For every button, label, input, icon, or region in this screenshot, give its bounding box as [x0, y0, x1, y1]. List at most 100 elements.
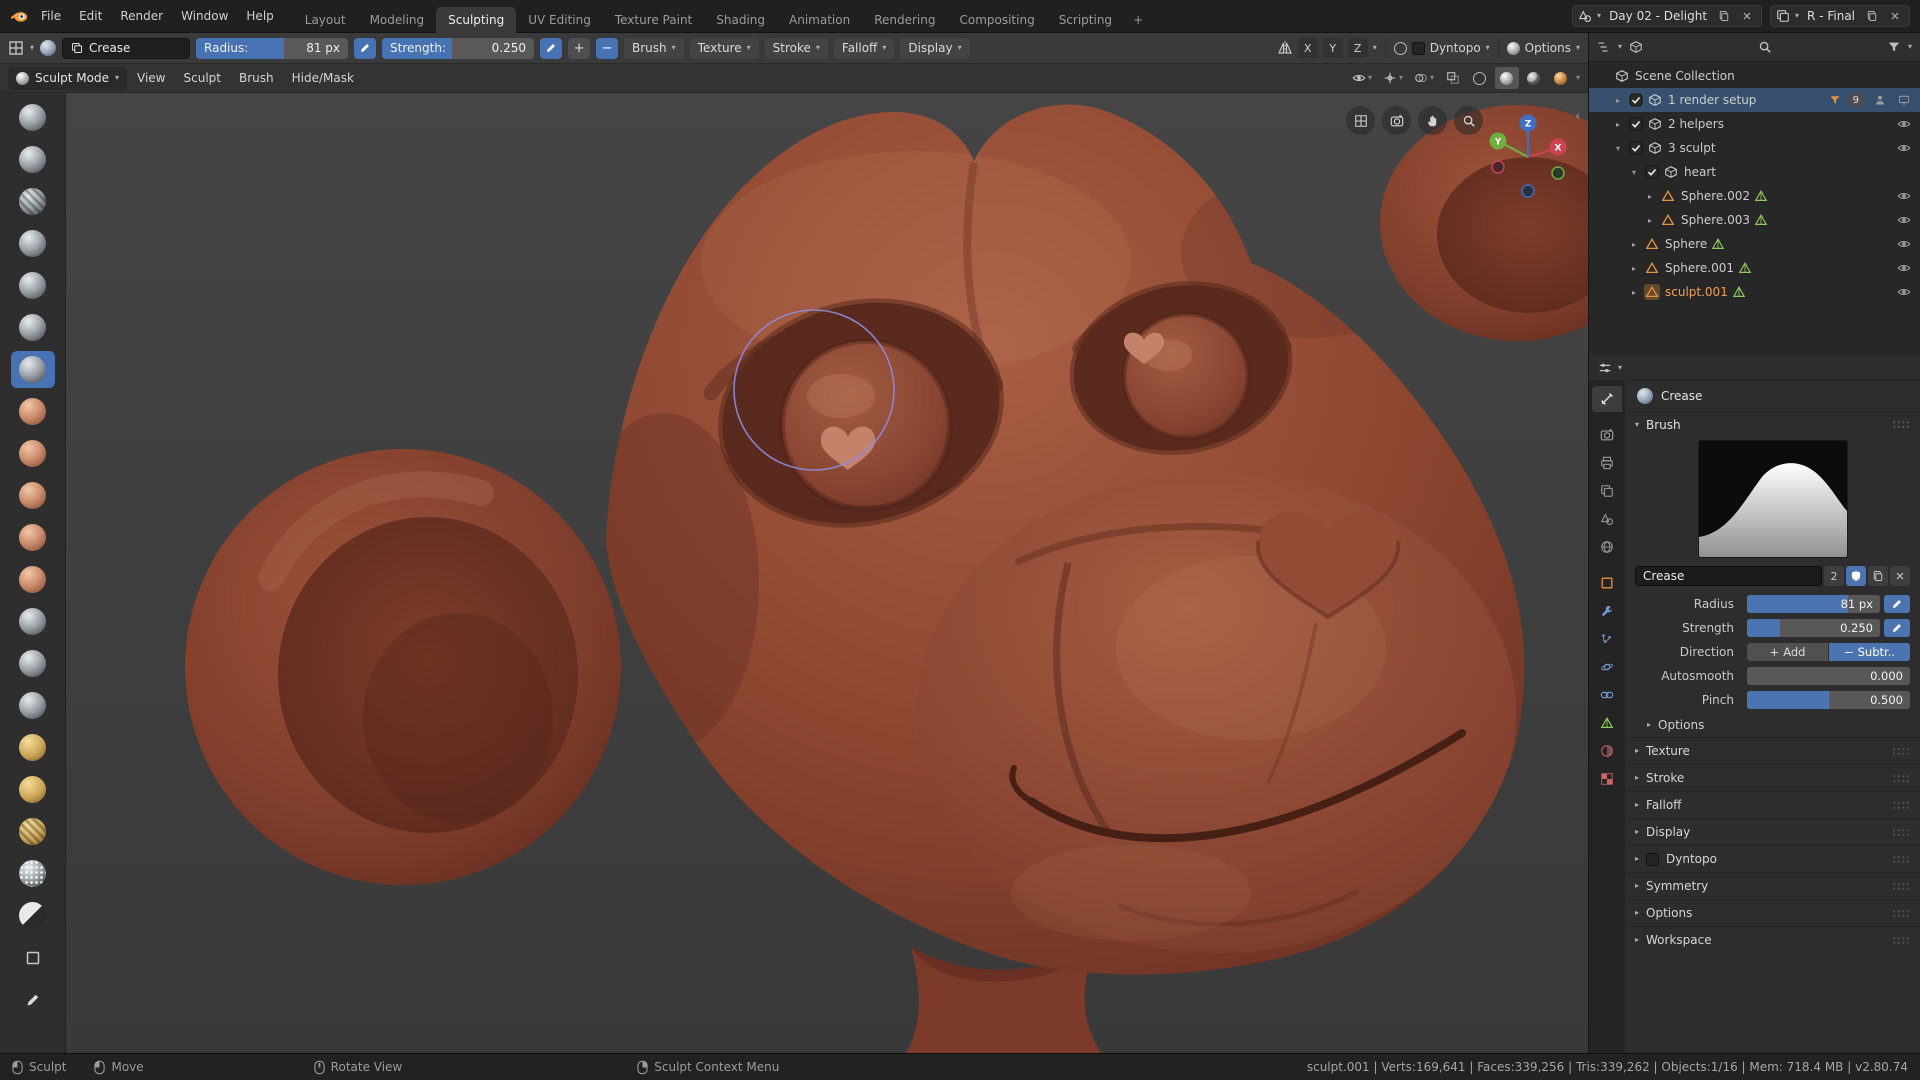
checkbox-icon[interactable] [1628, 92, 1644, 108]
strength-slider[interactable]: Strength: 0.250 [382, 37, 535, 59]
row-label[interactable]: 2 helpers [1668, 117, 1724, 131]
fake-user-shield-button[interactable] [1846, 566, 1866, 586]
hide-eye-icon[interactable] [1896, 212, 1912, 228]
strength-pressure-button[interactable] [1884, 619, 1910, 637]
panel-texture[interactable]: ▸ Texture [1625, 737, 1920, 764]
brush-name-field[interactable]: Crease [62, 37, 191, 59]
user-count-button[interactable]: 2 [1824, 566, 1844, 586]
panel-falloff[interactable]: ▸ Falloff [1625, 791, 1920, 818]
tab-animation[interactable]: Animation [777, 7, 862, 33]
texture-dropdown[interactable]: Texture ▾ [689, 37, 759, 59]
remove-view-layer-button[interactable] [1886, 7, 1904, 25]
view-layer-selector[interactable]: ▾ R - Final [1770, 5, 1910, 27]
brush-scrape[interactable] [11, 519, 55, 556]
brush-smooth[interactable] [11, 393, 55, 430]
menu-edit[interactable]: Edit [70, 0, 111, 32]
tab-render[interactable] [1592, 422, 1622, 448]
radius-slider[interactable]: Radius: 81 px [196, 37, 349, 59]
menu-help[interactable]: Help [237, 0, 282, 32]
brush-dropdown[interactable]: Brush ▾ [624, 37, 684, 59]
brush-rotate[interactable] [11, 771, 55, 808]
grid-ortho-button[interactable] [1346, 106, 1375, 135]
brush-grab[interactable] [11, 603, 55, 640]
tab-compositing[interactable]: Compositing [947, 7, 1046, 33]
pan-view-button[interactable] [1418, 106, 1447, 135]
mode-selector[interactable]: Sculpt Mode ▾ [8, 66, 128, 90]
tab-sculpting[interactable]: Sculpting [436, 6, 517, 33]
brush-nudge[interactable] [11, 729, 55, 766]
tab-material[interactable] [1592, 738, 1622, 764]
menu-render[interactable]: Render [111, 0, 172, 32]
duplicate-brush-button[interactable] [1868, 566, 1888, 586]
expand-caret-icon[interactable]: ▸ [1643, 192, 1657, 201]
checkbox-icon[interactable] [1628, 140, 1644, 156]
hide-eye-icon[interactable] [1896, 116, 1912, 132]
tab-scripting[interactable]: Scripting [1047, 7, 1124, 33]
panel-workspace[interactable]: ▸ Workspace [1625, 926, 1920, 953]
brush-draw[interactable] [11, 99, 55, 136]
direction-add-button[interactable]: + Add [1747, 643, 1828, 661]
pinch-slider[interactable]: 0.500 [1747, 691, 1910, 709]
expand-caret-icon[interactable]: ▸ [1611, 96, 1625, 105]
expand-caret-icon[interactable]: ▸ [1627, 288, 1641, 297]
shading-dropdown-icon[interactable]: ▾ [1576, 74, 1580, 82]
brush-clay[interactable] [11, 141, 55, 178]
expand-caret-icon[interactable]: ▸ [1627, 264, 1641, 273]
row-label[interactable]: Sphere.001 [1665, 261, 1734, 275]
new-scene-button[interactable] [1715, 7, 1733, 25]
direction-subtract-button[interactable]: − [596, 37, 619, 59]
brush-clay-strips[interactable] [11, 183, 55, 220]
unlink-brush-button[interactable] [1890, 566, 1910, 586]
chevron-down-icon[interactable]: ▾ [1373, 44, 1377, 52]
row-label[interactable]: heart [1684, 165, 1716, 179]
shading-solid-button[interactable] [1494, 67, 1519, 89]
row-label[interactable]: sculpt.001 [1665, 285, 1728, 299]
autosmooth-slider[interactable]: 0.000 [1747, 667, 1910, 685]
row-sphere-002[interactable]: ▸ Sphere.002 [1589, 184, 1920, 208]
tab-shading[interactable]: Shading [704, 7, 777, 33]
navigation-gizmo[interactable]: X Y Z [1482, 111, 1574, 203]
selectable-icon[interactable] [1872, 92, 1888, 108]
panel-dyntopo[interactable]: ▸ Dyntopo [1625, 845, 1920, 872]
row-sphere-001[interactable]: ▸ Sphere.001 [1589, 256, 1920, 280]
falloff-dropdown[interactable]: Falloff ▾ [833, 37, 895, 59]
shading-material-button[interactable] [1522, 67, 1546, 89]
hide-eye-icon[interactable] [1896, 140, 1912, 156]
tab-object-data[interactable] [1592, 710, 1622, 736]
mirror-z-toggle[interactable]: Z [1347, 38, 1368, 58]
row-render-setup[interactable]: ▸ 1 render setup 9 [1589, 88, 1920, 112]
filter-restrict-icon[interactable] [1827, 92, 1843, 108]
viewport-3d[interactable]: X Y Z ‹ [66, 93, 1588, 1053]
panel-grip[interactable] [1892, 420, 1910, 429]
brush-slide-relax[interactable] [11, 813, 55, 850]
brush-datablock-icon[interactable] [40, 40, 57, 56]
xray-toggle-button[interactable] [1441, 67, 1465, 89]
brush-fill[interactable] [11, 477, 55, 514]
dyntopo-label[interactable]: Dyntopo [1430, 41, 1481, 55]
row-label[interactable]: Sphere.002 [1681, 189, 1750, 203]
row-helpers[interactable]: ▸ 2 helpers [1589, 112, 1920, 136]
delete-scene-button[interactable] [1738, 7, 1756, 25]
panel-display[interactable]: ▸ Display [1625, 818, 1920, 845]
chevron-down-icon[interactable]: ▾ [1576, 44, 1580, 52]
outliner-editor-icon[interactable] [1597, 40, 1611, 54]
tab-particles[interactable] [1592, 626, 1622, 652]
collapse-caret-icon[interactable]: ▾ [1627, 168, 1641, 177]
brush-blob[interactable] [11, 309, 55, 346]
options-label[interactable]: Options [1525, 41, 1571, 55]
display-mode-icon[interactable] [1629, 40, 1643, 54]
brush-flatten[interactable] [11, 435, 55, 472]
brush-name-input[interactable]: Crease [1635, 566, 1822, 586]
hide-eye-icon[interactable] [1896, 260, 1912, 276]
collapse-caret-icon[interactable]: ▾ [1611, 144, 1625, 153]
tab-view-layer[interactable] [1592, 478, 1622, 504]
menu-hide-mask[interactable]: Hide/Mask [284, 71, 362, 85]
chevron-down-icon[interactable]: ▾ [1486, 44, 1490, 52]
brush-mask[interactable] [11, 855, 55, 892]
brush-layer[interactable] [11, 225, 55, 262]
brush-pinch[interactable] [11, 561, 55, 598]
tab-modeling[interactable]: Modeling [358, 7, 437, 33]
checkbox-icon[interactable] [1644, 164, 1660, 180]
panel-options[interactable]: ▸ Options [1625, 899, 1920, 926]
display-dropdown[interactable]: Display ▾ [900, 37, 970, 59]
